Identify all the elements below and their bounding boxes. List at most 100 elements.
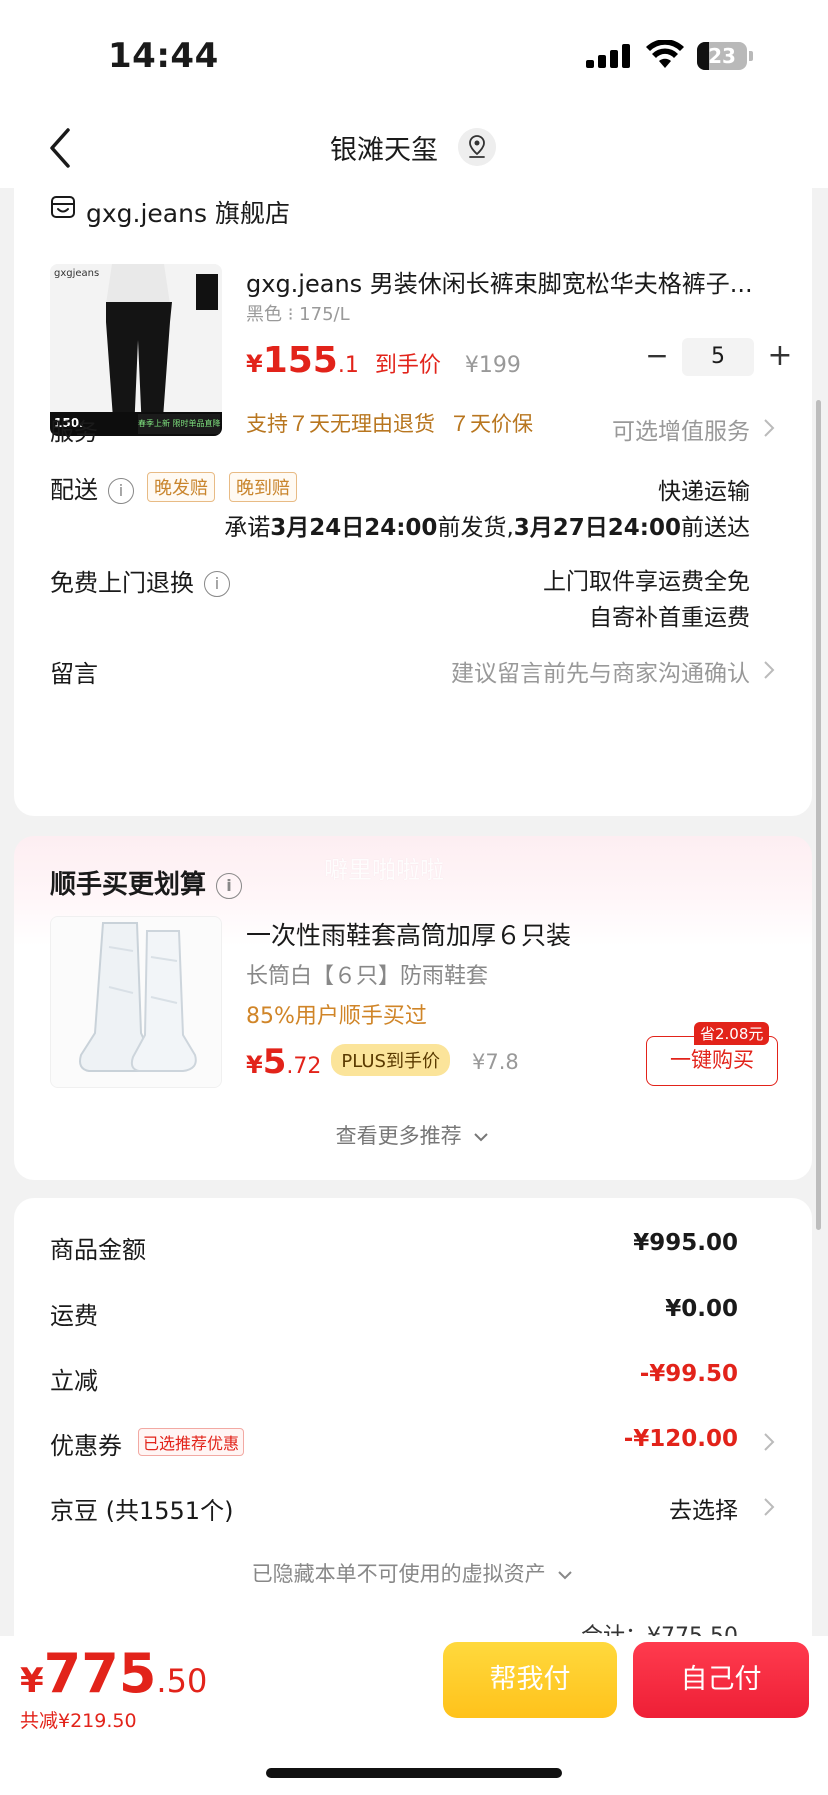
pay-myself-button[interactable]: 自己付 xyxy=(633,1642,809,1718)
order-item-card: gxg.jeans 旗舰店 gxgjeans 150. 春季上新 限时单品直降 … xyxy=(14,170,812,816)
product-image-brand: gxgjeans xyxy=(54,268,100,279)
promise-suffix: 前送达 xyxy=(681,515,750,541)
checkout-bottom-bar: ¥775.50 共减¥219.50 帮我付 自己付 xyxy=(0,1636,828,1795)
watermark-text: 噼里啪啦啦 xyxy=(324,856,444,884)
status-bar: 14:44 23 xyxy=(0,0,828,110)
free-return-label: 免费上门退换 xyxy=(50,569,194,597)
return-line-2: 自寄补首重运费 xyxy=(589,605,750,631)
save-amount-badge: 省2.08元 xyxy=(694,1022,770,1045)
return-line-1: 上门取件享运费全免 xyxy=(543,569,750,595)
info-icon[interactable]: i xyxy=(108,478,134,504)
product-image-banner: 春季上新 限时单品直降 xyxy=(138,419,221,428)
upsell-card: 噼里啪啦啦 顺手买更划算 i 一次性雨鞋套高筒加厚６只装 长筒白【６只】防雨鞋套 … xyxy=(14,836,812,1180)
late-arrival-compensation-tag: 晚到赔 xyxy=(229,472,297,502)
total-integer: 775 xyxy=(43,1642,157,1705)
jd-beans-label: 京豆 (共1551个) xyxy=(50,1497,234,1525)
goods-amount-value: ¥995.00 xyxy=(633,1230,738,1256)
status-time: 14:44 xyxy=(108,36,219,76)
upsell-original-price: ¥7.8 xyxy=(471,1050,519,1074)
service-label: 服务 xyxy=(50,418,98,446)
upsell-section-title: 顺手买更划算 i xyxy=(50,864,243,901)
promise-prefix: 承诺 xyxy=(224,515,271,541)
chevron-down-icon xyxy=(474,1133,489,1142)
coupon-value[interactable]: -¥120.00 xyxy=(624,1426,738,1452)
chevron-right-icon[interactable] xyxy=(762,658,776,682)
promise-ship-time: 3月24日24:00 xyxy=(270,515,438,541)
instant-discount-label: 立减 xyxy=(50,1367,98,1395)
original-price: ¥199 xyxy=(464,353,521,378)
address-title[interactable]: 银滩天玺 xyxy=(0,128,828,167)
price-integer: 155 xyxy=(262,340,338,381)
delivery-promise: 承诺3月24日24:00前发货,3月27日24:00前送达 xyxy=(224,508,750,542)
service-value[interactable]: 可选增值服务 xyxy=(612,412,750,446)
upsell-price-decimal: .72 xyxy=(286,1054,322,1079)
instant-discount-value: -¥99.50 xyxy=(639,1361,738,1387)
checkout-screen: 14:44 23 银滩天玺 gxg.jeans 旗舰店 gxgjeans 150… xyxy=(0,0,828,1795)
cellular-signal-icon xyxy=(586,44,632,68)
price-currency: ¥ xyxy=(246,350,263,378)
shipping-value: ¥0.00 xyxy=(665,1296,738,1322)
free-return-row: 免费上门退换 i xyxy=(50,563,230,598)
product-spec[interactable]: 黑色 ⁝ 175/L xyxy=(246,300,350,326)
delivery-label: 配送 xyxy=(50,476,98,504)
upsell-price-integer: 5 xyxy=(262,1042,287,1082)
upsell-product-title[interactable]: 一次性雨鞋套高筒加厚６只装 xyxy=(246,916,571,952)
more-recommendations-text: 查看更多推荐 xyxy=(335,1124,462,1148)
quantity-decrease-button[interactable]: − xyxy=(642,336,672,378)
info-icon[interactable]: i xyxy=(216,872,243,899)
delivery-row: 配送 i xyxy=(50,470,134,505)
jd-beans-select[interactable]: 去选择 xyxy=(669,1491,738,1525)
more-recommendations-link[interactable]: 查看更多推荐 xyxy=(14,1120,812,1150)
info-icon[interactable]: i xyxy=(204,571,230,597)
address-text: 银滩天玺 xyxy=(330,135,438,166)
late-ship-compensation-tag: 晚发赔 xyxy=(147,472,215,502)
promise-arrive-time: 3月27日24:00 xyxy=(513,515,681,541)
upsell-price-currency: ¥ xyxy=(246,1051,263,1079)
chevron-right-icon[interactable] xyxy=(762,416,776,440)
shop-name[interactable]: gxg.jeans 旗舰店 xyxy=(86,194,290,230)
location-pin-icon[interactable] xyxy=(458,128,496,166)
product-guarantees: 支持７天无理由退货 ７天价保 xyxy=(246,408,533,438)
goods-amount-label: 商品金额 xyxy=(50,1236,146,1264)
shop-icon xyxy=(51,196,75,218)
total-decimal: .50 xyxy=(156,1662,208,1700)
message-label: 留言 xyxy=(50,660,98,688)
quantity-increase-button[interactable]: + xyxy=(762,336,798,378)
upsell-product-spec: 长筒白【６只】防雨鞋套 xyxy=(246,964,489,989)
total-currency: ¥ xyxy=(20,1661,44,1701)
upsell-product-image[interactable] xyxy=(50,916,222,1088)
scrollbar[interactable] xyxy=(816,400,821,1230)
plus-price-badge: PLUS到手价 xyxy=(331,1044,450,1076)
product-price: ¥155.1 到手价 ¥199 xyxy=(246,340,521,381)
wifi-icon xyxy=(646,40,684,68)
upsell-bought-rate: 85%用户顺手买过 xyxy=(246,1004,427,1029)
product-image[interactable]: gxgjeans 150. 春季上新 限时单品直降 xyxy=(50,264,222,436)
promise-mid: 前发货, xyxy=(437,515,514,541)
product-title[interactable]: gxg.jeans 男装休闲长裤束脚宽松华夫格裤子... xyxy=(246,264,786,299)
price-label: 到手价 xyxy=(374,353,441,378)
hidden-assets-text: 已隐藏本单不可使用的虚拟资产 xyxy=(251,1562,546,1586)
guarantee-price-protect: ７天价保 xyxy=(449,412,533,436)
hidden-assets-toggle[interactable]: 已隐藏本单不可使用的虚拟资产 xyxy=(14,1558,812,1588)
quantity-input[interactable]: 5 xyxy=(682,338,754,376)
delivery-method[interactable]: 快递运输 xyxy=(658,472,750,506)
total-price: ¥775.50 xyxy=(20,1642,207,1705)
home-indicator[interactable] xyxy=(266,1768,562,1778)
battery-icon: 23 xyxy=(697,42,753,70)
coupon-recommended-tag: 已选推荐优惠 xyxy=(138,1428,245,1456)
chevron-down-icon xyxy=(558,1571,573,1580)
help-me-pay-button[interactable]: 帮我付 xyxy=(443,1642,617,1718)
upsell-title-text: 顺手买更划算 xyxy=(50,870,207,900)
total-saved[interactable]: 共减¥219.50 xyxy=(20,1706,137,1733)
price-decimal: .1 xyxy=(337,353,359,378)
message-input[interactable]: 建议留言前先与商家沟通确认 xyxy=(451,654,750,688)
battery-percent: 23 xyxy=(708,44,736,68)
guarantee-return: 支持７天无理由退货 xyxy=(246,412,435,436)
shipping-label: 运费 xyxy=(50,1302,98,1330)
quantity-stepper: − 5 + xyxy=(632,336,798,378)
coupon-label: 优惠券 xyxy=(50,1432,122,1460)
chevron-right-icon[interactable] xyxy=(762,1430,776,1454)
price-summary-card: 商品金额 ¥995.00 运费 ¥0.00 立减 -¥99.50 优惠券 已选推… xyxy=(14,1198,812,1649)
upsell-price: ¥5.72 PLUS到手价 ¥7.8 xyxy=(246,1042,519,1084)
chevron-right-icon[interactable] xyxy=(762,1495,776,1519)
